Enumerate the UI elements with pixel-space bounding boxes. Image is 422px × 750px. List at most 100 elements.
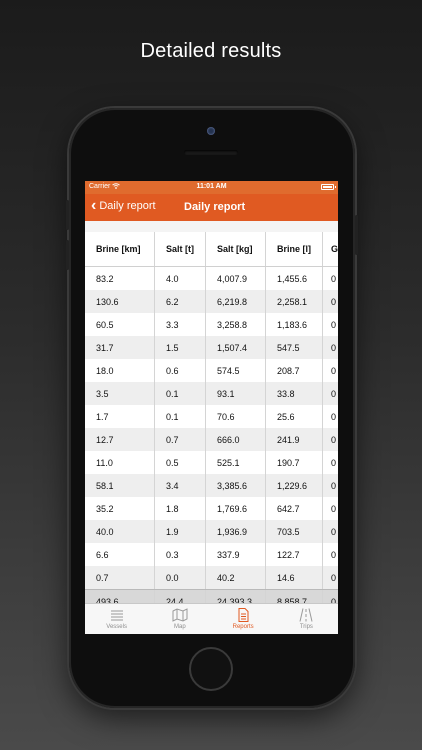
table-row: 1.7 0.1 70.6 25.6 0 — [85, 405, 338, 428]
list-icon — [110, 610, 123, 621]
table-cell: 3.3 — [155, 313, 206, 336]
table-cell: 0 — [331, 457, 337, 468]
table-row: 3.5 0.1 93.1 33.8 0 — [85, 382, 338, 405]
table-cell: 190.7 — [266, 451, 323, 474]
headline: Detailed results — [140, 40, 282, 62]
table-cell: 0 — [331, 296, 337, 307]
tab-label: Trips — [299, 624, 313, 630]
home-button[interactable] — [189, 647, 233, 691]
table-cell: 3.5 — [85, 382, 155, 405]
total-cell: 493.6 — [85, 590, 155, 603]
table-cell: 0.7 — [85, 566, 155, 589]
table-row: 12.7 0.7 666.0 241.9 0 — [85, 428, 338, 451]
total-cell: 24,393.3 — [206, 590, 266, 603]
table-cell: 0.1 — [155, 405, 206, 428]
clock: 11:01 AM — [196, 183, 227, 190]
tab-label: Vessels — [106, 624, 127, 630]
table-cell: 6.2 — [155, 290, 206, 313]
battery-icon — [321, 184, 336, 190]
table-cell: 40.2 — [206, 566, 266, 589]
totals-row: 493.6 24.4 24,393.3 8,858.7 0 — [85, 589, 338, 603]
table-cell: 241.9 — [266, 428, 323, 451]
table-cell: 0 — [331, 503, 337, 514]
table-cell: 122.7 — [266, 543, 323, 566]
column-header: Brine [l] — [266, 232, 323, 266]
total-cell: 8,858.7 — [266, 590, 323, 603]
table-cell: 0 — [331, 342, 337, 353]
tab-map[interactable]: Map — [148, 604, 211, 634]
table-cell: 35.2 — [85, 497, 155, 520]
tab-label: Map — [174, 624, 186, 630]
table-cell: 40.0 — [85, 520, 155, 543]
table-cell: 6.6 — [85, 543, 155, 566]
table-cell: 0 — [331, 411, 337, 422]
table-cell: 666.0 — [206, 428, 266, 451]
table-cell: 0 — [331, 526, 337, 537]
table-row: 6.6 0.3 337.9 122.7 0 — [85, 543, 338, 566]
table-cell: 642.7 — [266, 497, 323, 520]
table-row: 40.0 1.9 1,936.9 703.5 0 — [85, 520, 338, 543]
table-row: 11.0 0.5 525.1 190.7 0 — [85, 451, 338, 474]
total-cell: 24.4 — [155, 590, 206, 603]
table-cell: 3,385.6 — [206, 474, 266, 497]
table-cell: 0.6 — [155, 359, 206, 382]
table-cell: 0.7 — [155, 428, 206, 451]
table-cell: 3,258.8 — [206, 313, 266, 336]
tab-label: Reports — [232, 624, 254, 630]
table-cell: 0 — [331, 365, 337, 376]
table-cell: 547.5 — [266, 336, 323, 359]
table-cell: 0 — [331, 572, 337, 583]
table-cell: 12.7 — [85, 428, 155, 451]
table-row: 0.7 0.0 40.2 14.6 0 — [85, 566, 338, 589]
table-row: 83.2 4.0 4,007.9 1,455.6 0 — [85, 267, 338, 290]
table-cell: 4.0 — [155, 267, 206, 290]
table-cell: 70.6 — [206, 405, 266, 428]
table-cell: 574.5 — [206, 359, 266, 382]
table-row: 35.2 1.8 1,769.6 642.7 0 — [85, 497, 338, 520]
table-cell: 60.5 — [85, 313, 155, 336]
table-cell: 703.5 — [266, 520, 323, 543]
camera-icon — [207, 127, 215, 135]
back-button[interactable]: ‹ Daily report — [91, 198, 156, 214]
table-cell: 0.1 — [155, 382, 206, 405]
table-cell: 58.1 — [85, 474, 155, 497]
table-cell: 337.9 — [206, 543, 266, 566]
table-cell: 0 — [331, 480, 337, 491]
table-cell: 1.8 — [155, 497, 206, 520]
document-icon — [238, 608, 249, 622]
table-cell: 14.6 — [266, 566, 323, 589]
table-cell: 4,007.9 — [206, 267, 266, 290]
results-table-body: Brine [km] Salt [t] Salt [kg] Brine [l] … — [85, 221, 338, 603]
table-cell: 0 — [331, 388, 337, 399]
table-cell: 0 — [331, 319, 337, 330]
table-cell: 3.4 — [155, 474, 206, 497]
table-cell: 1.9 — [155, 520, 206, 543]
table-cell: 0 — [331, 273, 337, 284]
results-table[interactable]: Brine [km] Salt [t] Salt [kg] Brine [l] … — [85, 221, 338, 603]
volume-button — [66, 240, 69, 270]
table-row: 58.1 3.4 3,385.6 1,229.6 0 — [85, 474, 338, 497]
back-button-label: Daily report — [99, 200, 156, 212]
table-cell: 1,936.9 — [206, 520, 266, 543]
table-cell: 0 — [331, 549, 337, 560]
table-cell: 33.8 — [266, 382, 323, 405]
tab-vessels[interactable]: Vessels — [85, 604, 148, 634]
table-cell: 83.2 — [85, 267, 155, 290]
total-cell: 0 — [331, 596, 337, 604]
table-cell: 1,507.4 — [206, 336, 266, 359]
table-cell: 0.3 — [155, 543, 206, 566]
table-cell: 130.6 — [85, 290, 155, 313]
table-cell: 1.7 — [85, 405, 155, 428]
table-cell: 93.1 — [206, 382, 266, 405]
tab-reports[interactable]: Reports — [212, 604, 275, 634]
status-bar: Carrier 11:01 AM — [85, 181, 338, 194]
table-row: 60.5 3.3 3,258.8 1,183.6 0 — [85, 313, 338, 336]
table-cell: 1,183.6 — [266, 313, 323, 336]
column-header: G — [331, 244, 338, 254]
table-cell: 2,258.1 — [266, 290, 323, 313]
table-cell: 1.5 — [155, 336, 206, 359]
table-cell: 208.7 — [266, 359, 323, 382]
table-row: 18.0 0.6 574.5 208.7 0 — [85, 359, 338, 382]
tab-trips[interactable]: Trips — [275, 604, 338, 634]
table-cell: 1,769.6 — [206, 497, 266, 520]
